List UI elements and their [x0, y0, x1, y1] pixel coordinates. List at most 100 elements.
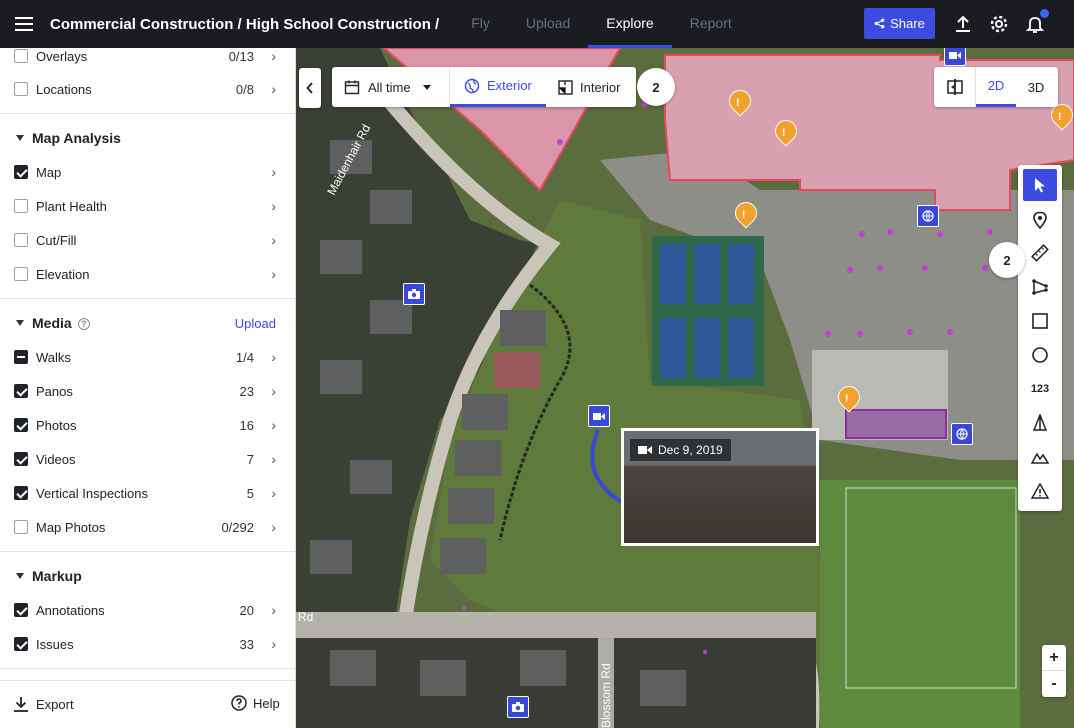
- triangle-tool[interactable]: [1023, 407, 1057, 439]
- chevron-right-icon[interactable]: ›: [271, 485, 276, 501]
- elevation-tool[interactable]: [1023, 441, 1057, 473]
- view-2d-button[interactable]: 2D: [976, 67, 1016, 107]
- view-3d-button[interactable]: 3D: [1016, 67, 1056, 107]
- circle-tool[interactable]: [1023, 339, 1057, 371]
- divider: [0, 298, 295, 299]
- checkbox[interactable]: [14, 199, 28, 213]
- chevron-right-icon[interactable]: ›: [271, 636, 276, 652]
- chevron-right-icon[interactable]: ›: [271, 232, 276, 248]
- video-marker[interactable]: [588, 405, 610, 427]
- breadcrumb[interactable]: Commercial Construction / High School Co…: [50, 16, 439, 33]
- chevron-right-icon[interactable]: ›: [271, 164, 276, 180]
- map-canvas[interactable]: Maidenhair Rd Rd Blossom Rd ! ! ! ! ! De…: [296, 48, 1074, 728]
- video-thumbnail[interactable]: Dec 9, 2019: [624, 431, 816, 543]
- layer-row-annotations[interactable]: Annotations 20 ›: [0, 593, 295, 627]
- collapse-triangle-icon[interactable]: [16, 320, 24, 326]
- checkbox[interactable]: [14, 49, 28, 63]
- section-map-analysis[interactable]: Map Analysis: [0, 121, 295, 155]
- pin-tool[interactable]: [1023, 204, 1057, 236]
- side-count-badge[interactable]: 2: [989, 242, 1025, 278]
- layer-row-walks[interactable]: Walks 1/4 ›: [0, 340, 295, 374]
- upload-icon[interactable]: [951, 12, 975, 36]
- layer-row-vertical-inspections[interactable]: Vertical Inspections 5 ›: [0, 476, 295, 510]
- warning-icon: !: [741, 209, 746, 222]
- checkbox[interactable]: [14, 267, 28, 281]
- menu-icon[interactable]: [0, 0, 48, 48]
- chevron-right-icon[interactable]: ›: [271, 48, 276, 64]
- chevron-right-icon[interactable]: ›: [271, 417, 276, 433]
- polyline-tool[interactable]: [1023, 271, 1057, 303]
- help-button[interactable]: Help: [231, 695, 280, 711]
- pano-marker[interactable]: [917, 205, 939, 227]
- layer-row-overlays[interactable]: Overlays 0/13 ›: [0, 48, 295, 73]
- share-button[interactable]: Share: [864, 8, 935, 39]
- collapse-triangle-icon[interactable]: [16, 135, 24, 141]
- export-button[interactable]: Export: [12, 695, 74, 713]
- layer-row-cut-fill[interactable]: Cut/Fill ›: [0, 223, 295, 257]
- compare-icon: [946, 79, 963, 95]
- time-filter-dropdown[interactable]: All time: [332, 67, 450, 107]
- layer-row-videos[interactable]: Videos 7 ›: [0, 442, 295, 476]
- checkbox[interactable]: [14, 637, 28, 651]
- layer-row-map[interactable]: Map ›: [0, 155, 295, 189]
- tab-fly[interactable]: Fly: [453, 0, 508, 48]
- section-media[interactable]: Media? Upload: [0, 306, 295, 340]
- checkbox[interactable]: [14, 165, 28, 179]
- layer-row-photos[interactable]: Photos 16 ›: [0, 408, 295, 442]
- tab-report[interactable]: Report: [672, 0, 750, 48]
- layer-row-panos[interactable]: Panos 23 ›: [0, 374, 295, 408]
- chevron-right-icon[interactable]: ›: [271, 383, 276, 399]
- layer-row-locations[interactable]: Locations 0/8 ›: [0, 72, 295, 106]
- zoom-in-button[interactable]: +: [1042, 645, 1066, 671]
- chevron-right-icon[interactable]: ›: [271, 81, 276, 97]
- chevron-right-icon[interactable]: ›: [271, 198, 276, 214]
- checkbox[interactable]: [14, 350, 28, 364]
- chevron-right-icon[interactable]: ›: [271, 451, 276, 467]
- select-tool[interactable]: [1023, 169, 1057, 201]
- rectangle-tool[interactable]: [1023, 305, 1057, 337]
- interior-toggle[interactable]: Interior: [546, 67, 636, 107]
- checkbox[interactable]: [14, 82, 28, 96]
- compare-button[interactable]: [934, 67, 976, 107]
- checkbox[interactable]: [14, 418, 28, 432]
- layer-count: 0/8: [235, 81, 254, 97]
- media-title: Media: [32, 315, 72, 331]
- checkbox[interactable]: [14, 452, 28, 466]
- section-markup[interactable]: Markup: [0, 559, 295, 593]
- issue-tool[interactable]: [1023, 475, 1057, 507]
- chevron-right-icon[interactable]: ›: [271, 349, 276, 365]
- layer-row-issues[interactable]: Issues 33 ›: [0, 627, 295, 661]
- info-icon[interactable]: ?: [77, 318, 90, 331]
- collapse-triangle-icon[interactable]: [16, 573, 24, 579]
- video-preview-popup[interactable]: Dec 9, 2019: [621, 428, 819, 546]
- photo-marker[interactable]: [507, 696, 529, 718]
- checkbox[interactable]: [14, 384, 28, 398]
- layer-label: Locations: [36, 81, 92, 97]
- collapse-sidebar-button[interactable]: [299, 68, 321, 108]
- chevron-right-icon[interactable]: ›: [271, 266, 276, 282]
- layer-row-map-photos[interactable]: Map Photos 0/292 ›: [0, 510, 295, 544]
- floor-count-badge[interactable]: 2: [637, 68, 675, 106]
- upload-link[interactable]: Upload: [235, 316, 276, 331]
- tab-upload[interactable]: Upload: [508, 0, 588, 48]
- zoom-out-button[interactable]: -: [1042, 671, 1066, 697]
- tab-explore[interactable]: Explore: [588, 0, 672, 48]
- divider: [0, 668, 295, 669]
- layer-row-plant-health[interactable]: Plant Health ›: [0, 189, 295, 223]
- video-marker[interactable]: [944, 48, 966, 66]
- pano-marker[interactable]: [951, 423, 973, 445]
- number-tool[interactable]: 123: [1023, 373, 1057, 405]
- checkbox[interactable]: [14, 233, 28, 247]
- checkbox[interactable]: [14, 603, 28, 617]
- chevron-right-icon[interactable]: ›: [271, 519, 276, 535]
- bell-icon[interactable]: [1023, 9, 1049, 36]
- gear-icon[interactable]: [987, 12, 1011, 36]
- layer-row-elevation[interactable]: Elevation ›: [0, 257, 295, 291]
- chevron-right-icon[interactable]: ›: [271, 602, 276, 618]
- photo-marker[interactable]: [403, 283, 425, 305]
- section-title: Markup: [32, 568, 82, 584]
- checkbox[interactable]: [14, 486, 28, 500]
- measure-tool[interactable]: [1023, 237, 1057, 269]
- exterior-toggle[interactable]: Exterior: [450, 67, 546, 107]
- checkbox[interactable]: [14, 520, 28, 534]
